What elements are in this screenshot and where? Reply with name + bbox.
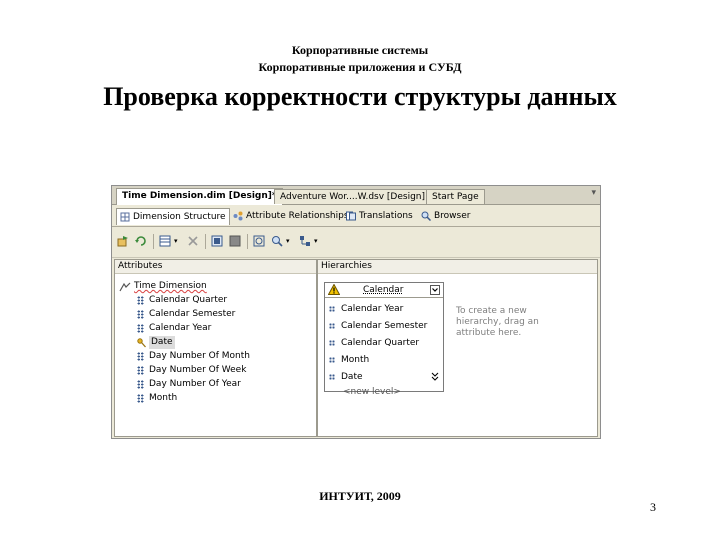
zoom-fit-icon[interactable] xyxy=(253,235,265,247)
level-label: Calendar Semester xyxy=(341,321,428,331)
attribute-icon xyxy=(137,366,144,375)
chevron-down-icon[interactable]: ▾ xyxy=(314,235,326,247)
process-icon[interactable] xyxy=(117,235,129,247)
attribute-label: Day Number Of Week xyxy=(149,365,247,375)
attribute-icon xyxy=(137,310,144,319)
collapse-icon[interactable] xyxy=(430,285,440,295)
list-item[interactable]: Month xyxy=(137,392,177,405)
hierarchy-level[interactable]: Calendar Year xyxy=(329,303,403,315)
slide-title: Проверка корректности структуры данных xyxy=(103,82,617,111)
tab-label: Translations xyxy=(359,211,413,221)
hierarchy-level[interactable]: Calendar Quarter xyxy=(329,337,419,349)
attribute-label: Calendar Semester xyxy=(149,309,236,319)
chevron-down-icon[interactable]: ▾ xyxy=(174,235,186,247)
translations-icon xyxy=(346,211,356,221)
attribute-label: Day Number Of Month xyxy=(149,351,250,361)
list-item[interactable]: Calendar Semester xyxy=(137,308,235,321)
delete-icon[interactable] xyxy=(187,235,199,247)
key-attribute-icon xyxy=(137,337,146,347)
level-icon xyxy=(329,374,335,380)
attribute-label: Calendar Year xyxy=(149,323,212,333)
doc-tab-dsv[interactable]: Adventure Wor....W.dsv [Design] xyxy=(274,189,432,204)
slide-header-line1: Корпоративные системы xyxy=(291,43,429,57)
page-number: 3 xyxy=(650,500,656,514)
list-item[interactable]: Calendar Quarter xyxy=(137,294,227,307)
list-item[interactable]: Day Number Of Year xyxy=(137,378,241,391)
tab-browser[interactable]: Browser xyxy=(418,208,473,224)
tab-label: Browser xyxy=(434,211,471,221)
browser-icon xyxy=(421,211,431,221)
designer-screenshot: Time Dimension.dim [Design]* Adventure W… xyxy=(111,185,601,439)
attribute-label: Day Number Of Year xyxy=(149,379,241,389)
toolbar-separator xyxy=(205,234,206,249)
attributes-pane: Attributes Time Dimension Calendar Quart… xyxy=(114,259,317,437)
show-table-icon[interactable] xyxy=(159,235,171,247)
toolbar-separator xyxy=(153,234,154,249)
window-position-icon[interactable]: ▾ xyxy=(591,188,596,198)
doc-tab-start-page[interactable]: Start Page xyxy=(426,189,485,204)
level-icon xyxy=(329,306,335,312)
hierarchy-name[interactable]: Calendar xyxy=(363,283,403,297)
level-label: Calendar Year xyxy=(341,304,404,314)
tab-label: Attribute Relationships xyxy=(246,211,349,221)
attribute-label: Month xyxy=(149,393,178,403)
relationships-icon xyxy=(233,211,243,221)
warning-icon xyxy=(328,284,340,295)
level-label: Date xyxy=(341,372,363,382)
slide-footer: ИНТУИТ, 2009 xyxy=(319,489,401,503)
level-label: Calendar Quarter xyxy=(341,338,420,348)
zoom-icon[interactable] xyxy=(271,235,283,247)
doc-tab-time-dimension[interactable]: Time Dimension.dim [Design]* xyxy=(116,188,283,205)
attribute-icon xyxy=(137,324,144,333)
chevron-down-icon[interactable]: ▾ xyxy=(286,235,298,247)
grid-icon[interactable] xyxy=(229,235,241,247)
designer-tab-bar: Dimension Structure Attribute Relationsh… xyxy=(112,205,600,227)
level-icon xyxy=(329,340,335,346)
list-item[interactable]: Day Number Of Month xyxy=(137,350,250,363)
hierarchy-title-bar[interactable]: Calendar xyxy=(325,283,443,298)
diagram-icon[interactable] xyxy=(211,235,223,247)
tree-root-label: Time Dimension xyxy=(134,281,207,291)
drop-hint: To create a new hierarchy, drag an attri… xyxy=(456,306,539,338)
tab-label: Dimension Structure xyxy=(133,212,226,222)
slide-header-line2: Корпоративные приложения и СУБД xyxy=(258,60,462,74)
level-icon xyxy=(329,357,335,363)
refresh-icon[interactable] xyxy=(135,235,147,247)
dimension-structure-icon xyxy=(120,212,130,222)
document-tab-bar: Time Dimension.dim [Design]* Adventure W… xyxy=(112,186,600,205)
attribute-icon xyxy=(137,394,144,403)
hierarchy-level[interactable]: Month xyxy=(329,354,369,366)
hierarchies-pane-header: Hierarchies xyxy=(318,260,597,274)
new-level-placeholder[interactable]: <new level> xyxy=(343,386,401,398)
level-label: Month xyxy=(341,355,370,365)
attribute-icon xyxy=(137,352,144,361)
designer-toolbar: ▾ ▾ ▾ xyxy=(112,227,600,258)
arrange-icon[interactable] xyxy=(299,235,311,247)
level-icon xyxy=(329,323,335,329)
list-item[interactable]: Calendar Year xyxy=(137,322,211,335)
hierarchy-box[interactable]: Calendar Calendar Year Calendar Semester… xyxy=(324,282,444,397)
toolbar-separator xyxy=(247,234,248,249)
hierarchies-pane: Hierarchies Calendar Calendar Year Calen… xyxy=(317,259,598,437)
attribute-label: Date xyxy=(149,336,175,349)
attributes-pane-header: Attributes xyxy=(115,260,316,274)
tab-dimension-structure[interactable]: Dimension Structure xyxy=(116,208,230,225)
list-item-selected[interactable]: Date xyxy=(137,336,175,349)
attribute-icon xyxy=(137,296,144,305)
dimension-icon xyxy=(119,282,131,291)
tab-translations[interactable]: Translations xyxy=(343,208,416,224)
tree-root[interactable]: Time Dimension xyxy=(119,280,207,293)
hierarchy-level[interactable]: Date xyxy=(329,371,439,383)
attribute-icon xyxy=(137,380,144,389)
double-chevron-down-icon[interactable] xyxy=(431,372,439,382)
attribute-label: Calendar Quarter xyxy=(149,295,228,305)
tab-attribute-relationships[interactable]: Attribute Relationships xyxy=(230,208,352,224)
hierarchy-level[interactable]: Calendar Semester xyxy=(329,320,427,332)
list-item[interactable]: Day Number Of Week xyxy=(137,364,246,377)
